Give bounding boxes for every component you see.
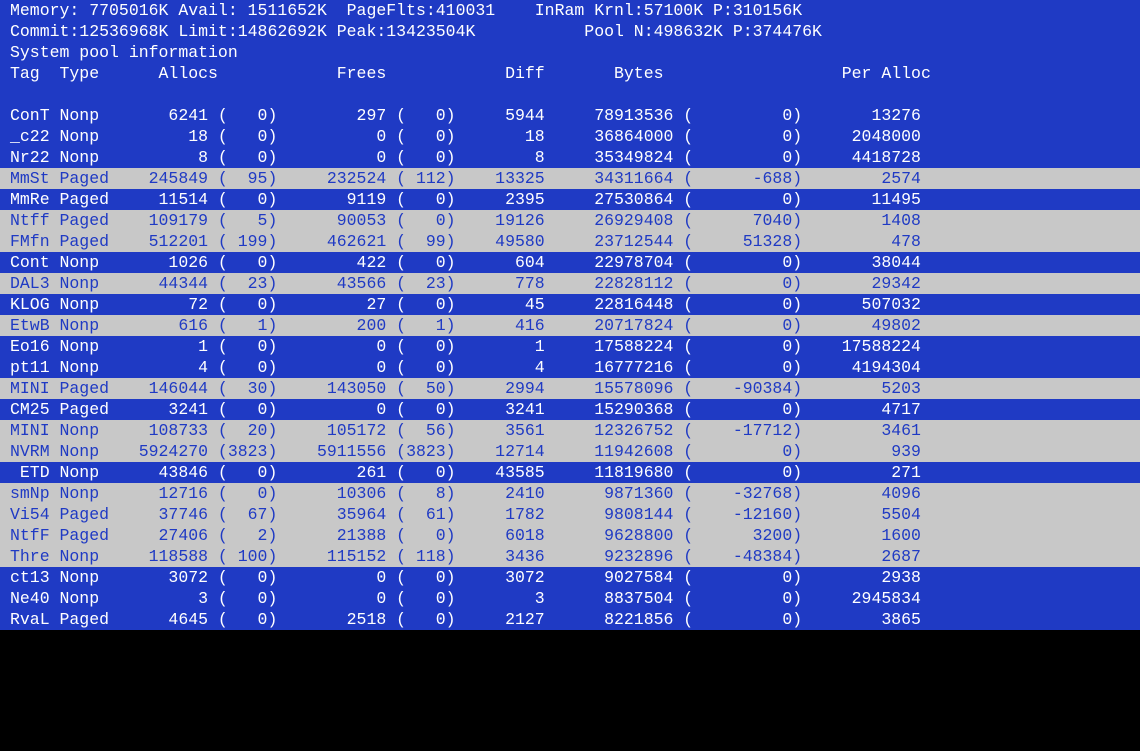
table-row: Thre Nonp 118588 ( 100) 115152 ( 118) 34…	[0, 546, 1140, 567]
table-row: ct13 Nonp 3072 ( 0) 0 ( 0) 3072 9027584 …	[0, 567, 1140, 588]
column-headers: Tag Type Allocs Frees Diff Bytes Per All…	[0, 63, 1140, 84]
table-row: Eo16 Nonp 1 ( 0) 0 ( 0) 1 17588224 ( 0) …	[0, 336, 1140, 357]
table-row: NtfF Paged 27406 ( 2) 21388 ( 0) 6018 96…	[0, 525, 1140, 546]
pool-monitor-screen: Memory: 7705016K Avail: 1511652K PageFlt…	[0, 0, 1140, 630]
table-row: Ne40 Nonp 3 ( 0) 0 ( 0) 3 8837504 ( 0) 2…	[0, 588, 1140, 609]
table-row: ConT Nonp 6241 ( 0) 297 ( 0) 5944 789135…	[0, 105, 1140, 126]
table-row: MmRe Paged 11514 ( 0) 9119 ( 0) 2395 275…	[0, 189, 1140, 210]
table-row: Ntff Paged 109179 ( 5) 90053 ( 0) 19126 …	[0, 210, 1140, 231]
table-row: _c22 Nonp 18 ( 0) 0 ( 0) 18 36864000 ( 0…	[0, 126, 1140, 147]
table-row: DAL3 Nonp 44344 ( 23) 43566 ( 23) 778 22…	[0, 273, 1140, 294]
table-row: EtwB Nonp 616 ( 1) 200 ( 1) 416 20717824…	[0, 315, 1140, 336]
table-row: Nr22 Nonp 8 ( 0) 0 ( 0) 8 35349824 ( 0) …	[0, 147, 1140, 168]
table-row: KLOG Nonp 72 ( 0) 27 ( 0) 45 22816448 ( …	[0, 294, 1140, 315]
memory-header-line2: Commit:12536968K Limit:14862692K Peak:13…	[0, 21, 1140, 42]
table-row: MINI Paged 146044 ( 30) 143050 ( 50) 299…	[0, 378, 1140, 399]
table-row: RvaL Paged 4645 ( 0) 2518 ( 0) 2127 8221…	[0, 609, 1140, 630]
table-row: CM25 Paged 3241 ( 0) 0 ( 0) 3241 1529036…	[0, 399, 1140, 420]
table-row: Cont Nonp 1026 ( 0) 422 ( 0) 604 2297870…	[0, 252, 1140, 273]
table-row: FMfn Paged 512201 ( 199) 462621 ( 99) 49…	[0, 231, 1140, 252]
table-row: MINI Nonp 108733 ( 20) 105172 ( 56) 3561…	[0, 420, 1140, 441]
table-row: ETD Nonp 43846 ( 0) 261 ( 0) 43585 11819…	[0, 462, 1140, 483]
table-row: smNp Nonp 12716 ( 0) 10306 ( 8) 2410 987…	[0, 483, 1140, 504]
table-row: MmSt Paged 245849 ( 95) 232524 ( 112) 13…	[0, 168, 1140, 189]
table-row: Vi54 Paged 37746 ( 67) 35964 ( 61) 1782 …	[0, 504, 1140, 525]
memory-header-line3: System pool information	[0, 42, 1140, 63]
memory-header-line1: Memory: 7705016K Avail: 1511652K PageFlt…	[0, 0, 1140, 21]
table-row: pt11 Nonp 4 ( 0) 0 ( 0) 4 16777216 ( 0) …	[0, 357, 1140, 378]
table-row: NVRM Nonp 5924270 (3823) 5911556 (3823) …	[0, 441, 1140, 462]
pool-table-body: ConT Nonp 6241 ( 0) 297 ( 0) 5944 789135…	[0, 105, 1140, 630]
blank-row	[0, 84, 1140, 105]
